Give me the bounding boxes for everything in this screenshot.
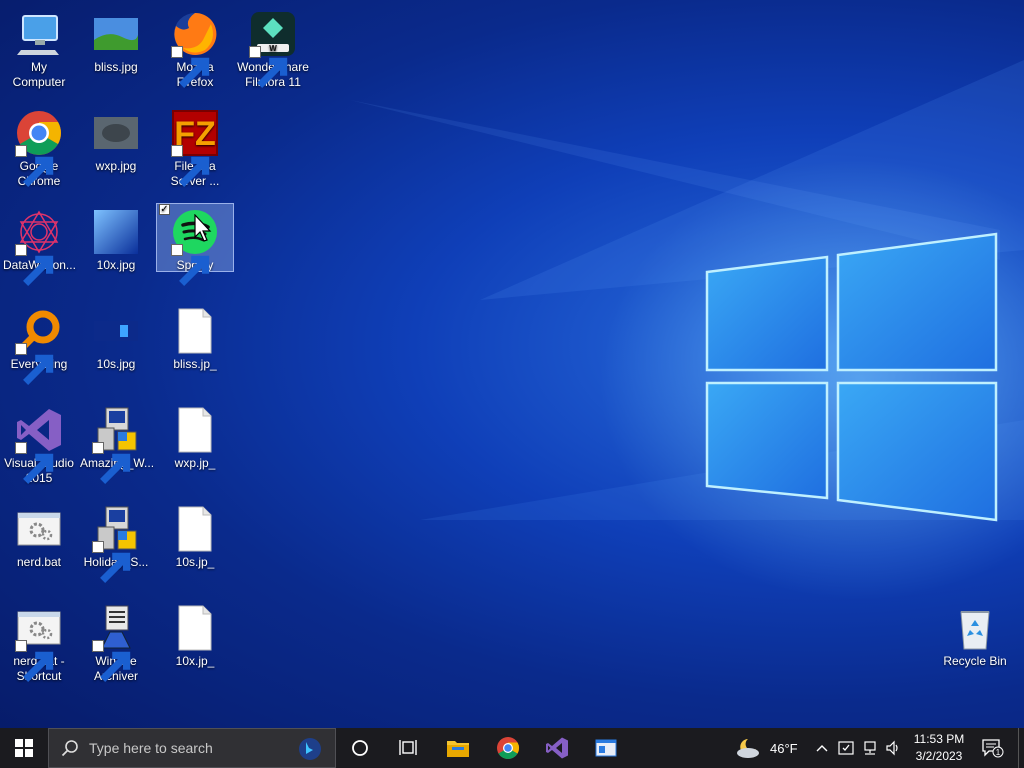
taskbar-app-window[interactable] bbox=[586, 728, 626, 768]
desktop-icon-firefox[interactable]: Mozilla Firefox bbox=[157, 6, 233, 90]
search-placeholder: Type here to search bbox=[89, 740, 213, 756]
desktop[interactable]: My Computer Google Chrome DataWagon... E… bbox=[0, 0, 1024, 728]
desktop-icon-filmora[interactable]: W Wondershare Filmora 11 bbox=[235, 6, 311, 90]
desktop-icon-bliss-jp_[interactable]: bliss.jp_ bbox=[157, 303, 233, 372]
window-app-icon bbox=[595, 739, 617, 757]
magnifier-icon bbox=[15, 307, 63, 385]
tray-volume[interactable] bbox=[883, 728, 903, 768]
image-thumbnail-icon bbox=[92, 109, 140, 157]
icon-label: Recycle Bin bbox=[943, 654, 1007, 668]
icon-label: bliss.jpg bbox=[94, 60, 138, 74]
installer-icon bbox=[92, 406, 140, 484]
datawagon-icon bbox=[15, 208, 63, 286]
show-desktop-button[interactable] bbox=[1018, 728, 1024, 768]
chrome-icon bbox=[15, 109, 63, 187]
chrome-icon bbox=[497, 737, 519, 759]
recycle-bin-icon bbox=[951, 604, 999, 652]
desktop-icon-10x-jpg[interactable]: 10x.jpg bbox=[78, 204, 154, 273]
image-thumbnail-icon bbox=[92, 208, 140, 256]
icon-label: 10x.jp_ bbox=[175, 654, 215, 668]
desktop-icon-datawagon[interactable]: DataWagon... bbox=[1, 204, 77, 286]
notification-icon: 1 bbox=[982, 739, 1004, 758]
tray-network[interactable] bbox=[860, 728, 880, 768]
network-icon bbox=[864, 741, 876, 755]
image-thumbnail-icon bbox=[92, 10, 140, 58]
weather-widget[interactable]: 46°F bbox=[734, 728, 804, 768]
icon-label: bliss.jp_ bbox=[173, 357, 217, 371]
cortana-icon bbox=[352, 740, 368, 756]
filezilla-icon: FZ bbox=[171, 109, 219, 187]
defender-icon bbox=[838, 741, 854, 755]
icon-label: My Computer bbox=[12, 60, 66, 89]
image-thumbnail-icon bbox=[92, 307, 140, 355]
search-icon bbox=[61, 740, 78, 757]
desktop-icon-holiday[interactable]: Holiday_S... bbox=[78, 501, 154, 583]
visual-studio-icon bbox=[15, 406, 63, 484]
desktop-icon-everything[interactable]: Everything bbox=[1, 303, 77, 385]
partly-cloudy-night-icon bbox=[737, 739, 759, 758]
desktop-icon-wxp-jp_[interactable]: wxp.jp_ bbox=[157, 402, 233, 471]
icon-label: 10x.jpg bbox=[96, 258, 136, 272]
selection-checkbox[interactable]: ✓ bbox=[159, 204, 170, 215]
icon-label: 10s.jp_ bbox=[175, 555, 215, 569]
tray-security[interactable] bbox=[836, 728, 856, 768]
desktop-icon-recycle-bin[interactable]: Recycle Bin bbox=[937, 600, 1013, 669]
bing-icon[interactable] bbox=[297, 737, 323, 761]
blank-file-icon bbox=[171, 505, 219, 553]
desktop-icon-10x-jp_[interactable]: 10x.jp_ bbox=[157, 600, 233, 669]
desktop-icon-10s-jp_[interactable]: 10s.jp_ bbox=[157, 501, 233, 570]
taskbar-chrome[interactable] bbox=[488, 728, 528, 768]
blank-file-icon bbox=[171, 307, 219, 355]
desktop-icon-nerd-bat[interactable]: nerd.bat bbox=[1, 501, 77, 570]
desktop-icon-nerd-bat-shortcut[interactable]: nerd.bat - Shortcut bbox=[1, 600, 77, 684]
desktop-icon-visual-studio[interactable]: Visual Studio 2015 bbox=[1, 402, 77, 486]
desktop-icon-chrome[interactable]: Google Chrome bbox=[1, 105, 77, 189]
icon-label: 10s.jpg bbox=[96, 357, 136, 371]
firefox-icon bbox=[171, 10, 219, 88]
batch-file-icon bbox=[15, 505, 63, 553]
mouse-cursor-icon bbox=[194, 214, 212, 242]
desktop-icon-wxp-jpg[interactable]: wxp.jpg bbox=[78, 105, 154, 174]
windows-logo-icon bbox=[15, 739, 33, 757]
folder-icon bbox=[447, 741, 469, 757]
taskbar-clock[interactable]: 11:53 PM 3/2/2023 bbox=[905, 731, 973, 765]
notification-count: 1 bbox=[996, 748, 1001, 757]
desktop-icon-amazing[interactable]: Amazing_W... bbox=[78, 402, 154, 484]
icon-label: wxp.jpg bbox=[95, 159, 137, 173]
desktop-icon-10s-jpg[interactable]: 10s.jpg bbox=[78, 303, 154, 372]
icon-label: nerd.bat bbox=[16, 555, 62, 569]
show-hidden-icons-button[interactable] bbox=[812, 728, 832, 768]
desktop-icon-winace[interactable]: WinAce Archiver bbox=[78, 600, 154, 684]
blank-file-icon bbox=[171, 604, 219, 652]
icon-label: wxp.jp_ bbox=[174, 456, 216, 470]
start-button[interactable] bbox=[0, 728, 48, 768]
filmora-icon: W bbox=[249, 10, 297, 88]
speaker-icon bbox=[886, 740, 898, 756]
blank-file-icon bbox=[171, 406, 219, 454]
clock-date: 3/2/2023 bbox=[915, 749, 963, 763]
task-view-button[interactable] bbox=[388, 728, 428, 768]
taskbar: Type here to search 46°F 11:53 PM 3/2/20… bbox=[0, 728, 1024, 768]
batch-file-icon bbox=[15, 604, 63, 682]
visual-studio-icon bbox=[546, 737, 568, 759]
chevron-up-icon bbox=[816, 745, 828, 752]
installer-icon bbox=[92, 505, 140, 583]
computer-icon bbox=[15, 10, 63, 58]
weather-temperature: 46°F bbox=[770, 740, 798, 756]
archiver-icon bbox=[92, 604, 140, 682]
taskbar-visual-studio[interactable] bbox=[537, 728, 577, 768]
taskbar-search-box[interactable]: Type here to search bbox=[48, 728, 336, 768]
task-view-icon bbox=[399, 740, 417, 755]
cortana-button[interactable] bbox=[340, 728, 380, 768]
desktop-icon-filezilla[interactable]: FZ FileZilla Server ... bbox=[157, 105, 233, 189]
taskbar-file-explorer[interactable] bbox=[438, 728, 478, 768]
action-center-button[interactable]: 1 bbox=[978, 728, 1008, 768]
desktop-icon-bliss-jpg[interactable]: bliss.jpg bbox=[78, 6, 154, 75]
clock-time: 11:53 PM bbox=[913, 732, 965, 746]
desktop-icon-my-computer[interactable]: My Computer bbox=[1, 6, 77, 90]
